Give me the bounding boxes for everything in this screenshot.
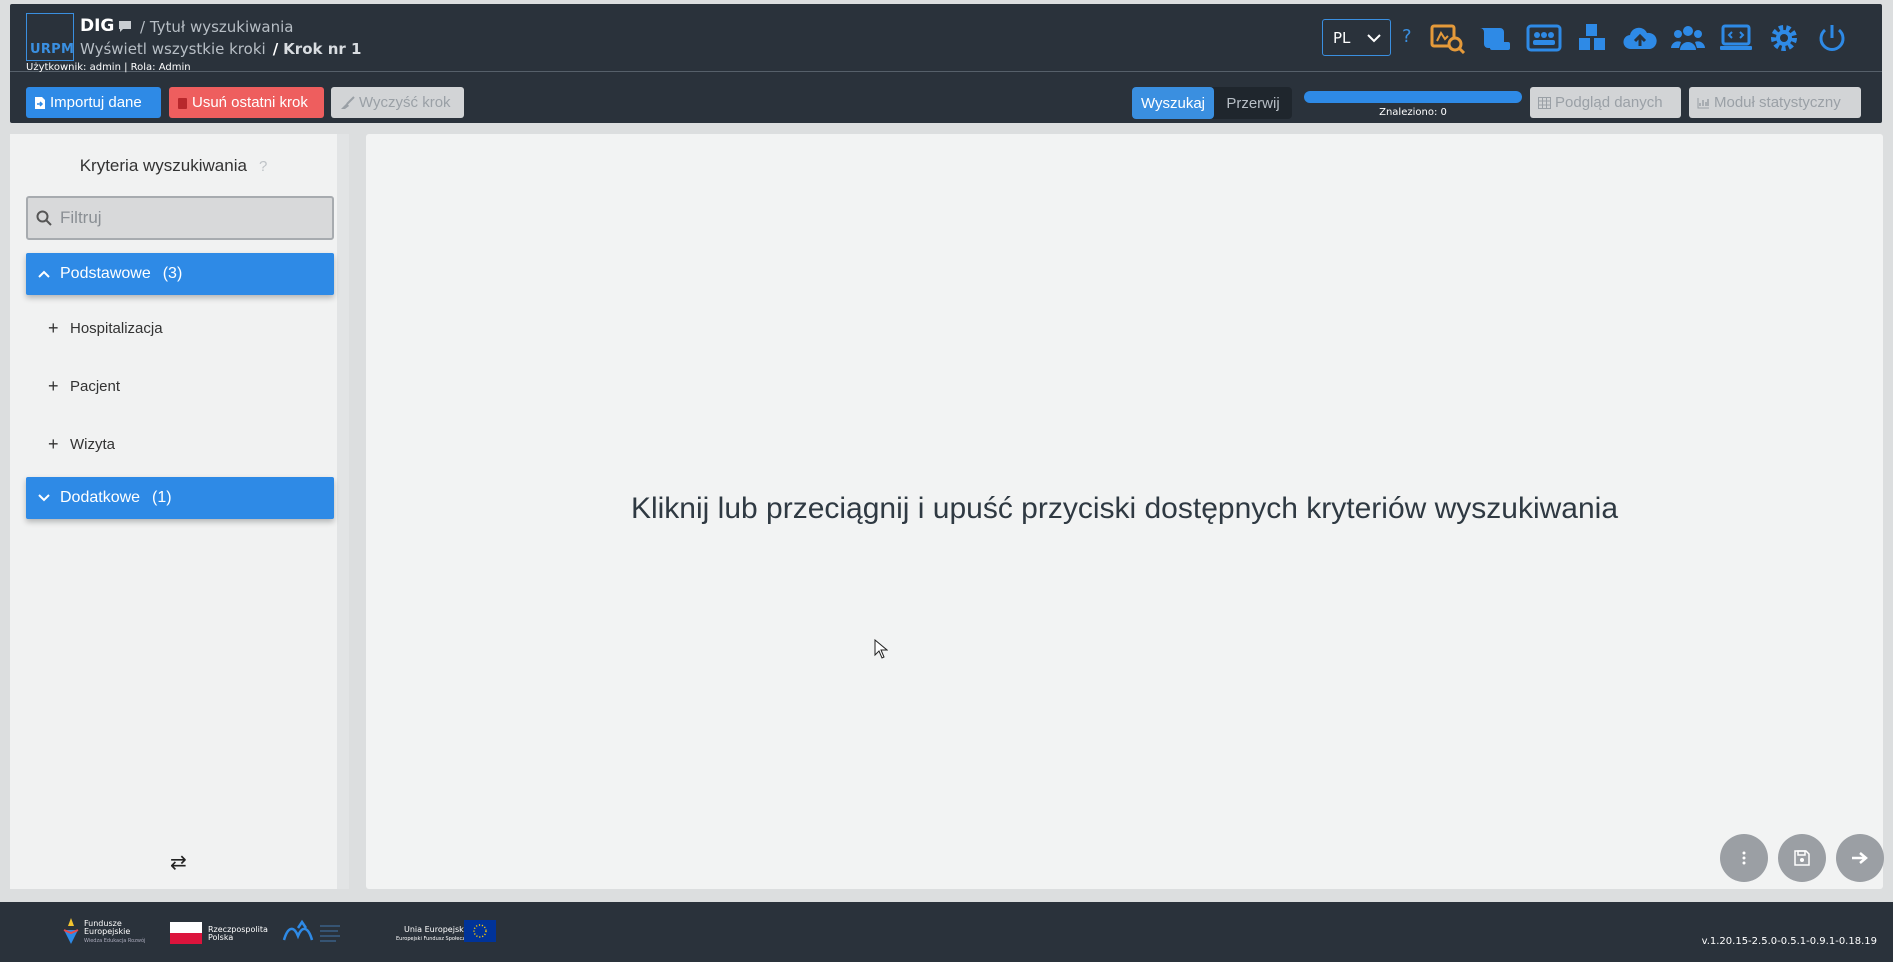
group-dodatkowe[interactable]: Dodatkowe (1) [26, 477, 334, 519]
breadcrumb: Wyświetl wszystkie kroki / Krok nr 1 [80, 40, 361, 58]
found-count: Znaleziono: 0 [1379, 107, 1447, 118]
save-icon [1794, 850, 1810, 866]
search-title[interactable]: / Tytuł wyszukiwania [140, 18, 293, 36]
sidebar-title-text: Kryteria wyszukiwania [79, 156, 247, 175]
chevron-down-icon [38, 494, 50, 502]
criterion-label: Hospitalizacja [70, 320, 163, 337]
criterion-hospitalizacja[interactable]: + Hospitalizacja [48, 318, 163, 339]
plus-icon: + [48, 376, 59, 396]
header-top-bar: URPM DIG / Tytuł wyszukiwania Wyświetl w… [10, 4, 1882, 73]
eu-logo: Unia Europejska Europejski Fundusz Społe… [396, 918, 498, 948]
search-control-group: Wyszukaj Przerwij [1132, 87, 1292, 119]
search-icon [36, 210, 52, 226]
funds-line2: Europejskie [84, 927, 131, 936]
filter-input[interactable] [60, 206, 320, 230]
app-name: DIG [80, 16, 115, 36]
language-value: PL [1333, 29, 1351, 47]
group-count: (1) [152, 489, 172, 506]
statistics-module-button[interactable]: Moduł statystyczny [1689, 87, 1861, 118]
patients-icon[interactable] [1526, 22, 1562, 54]
drop-zone-hint: Kliknij lub przeciągnij i upuść przycisk… [630, 492, 1619, 525]
criteria-sidebar: Kryteria wyszukiwania? Podstawowe (3) + Ho… [10, 134, 349, 889]
modules-icon[interactable] [1574, 22, 1610, 54]
eu-funds-logo: Fundusze Europejskie Wiedza Edukacja Roz… [62, 918, 146, 948]
save-button[interactable] [1778, 834, 1826, 882]
eu-line1: Unia Europejska [404, 925, 469, 934]
sidebar-help-icon[interactable]: ? [259, 158, 267, 175]
help-icon[interactable]: ? [1402, 26, 1412, 47]
cloud-upload-icon[interactable] [1622, 22, 1658, 54]
toolbar: Importuj dane Usuń ostatni krok Wyczyść … [10, 73, 1882, 123]
search-canvas[interactable]: Kliknij lub przeciągnij i upuść przycisk… [366, 134, 1884, 889]
stop-button[interactable]: Przerwij [1214, 87, 1292, 119]
users-icon[interactable] [1670, 22, 1706, 54]
import-data-label: Importuj dane [50, 94, 142, 111]
data-preview-button[interactable]: Podgląd danych [1530, 87, 1681, 118]
funds-line3: Wiedza Edukacja Rozwój [84, 938, 146, 944]
more-options-button[interactable] [1720, 834, 1768, 882]
remove-last-step-button[interactable]: Usuń ostatni krok [169, 87, 324, 118]
console-icon[interactable] [1718, 22, 1754, 54]
trash-icon [178, 98, 187, 109]
filter-field[interactable] [26, 196, 334, 240]
footer: Fundusze Europejskie Wiedza Edukacja Roz… [0, 902, 1893, 962]
data-preview-label: Podgląd danych [1555, 94, 1663, 111]
plus-icon: + [48, 318, 59, 338]
clear-step-label: Wyczyść krok [359, 94, 451, 111]
import-data-button[interactable]: Importuj dane [26, 87, 161, 118]
group-label: Podstawowe [60, 265, 151, 282]
group-podstawowe[interactable]: Podstawowe (3) [26, 253, 334, 295]
urpm-logo[interactable]: URPM [26, 13, 74, 61]
plus-icon: + [48, 434, 59, 454]
criterion-wizyta[interactable]: + Wizyta [48, 434, 115, 455]
chevron-up-icon [38, 270, 50, 278]
breadcrumb-separator: / [272, 40, 279, 58]
show-all-steps-link[interactable]: Wyświetl wszystkie kroki [80, 40, 266, 58]
comment-icon[interactable] [118, 20, 132, 32]
sidebar-title: Kryteria wyszukiwania? [10, 156, 337, 176]
remove-last-step-label: Usuń ostatni krok [192, 94, 308, 111]
broom-icon [341, 95, 355, 109]
dots-vertical-icon [1742, 851, 1746, 865]
criterion-label: Pacjent [70, 378, 121, 395]
group-label: Dodatkowe [60, 489, 141, 506]
file-import-icon [35, 96, 45, 109]
poland-line2: Polska [208, 933, 234, 942]
swap-panels-icon[interactable]: ⇄ [170, 850, 187, 874]
logo-text: URPM [30, 42, 75, 57]
current-step: Krok nr 1 [283, 40, 362, 58]
mouse-cursor-icon [874, 639, 888, 659]
poland-flag-red [170, 933, 202, 944]
next-button[interactable] [1836, 834, 1884, 882]
arrow-right-icon [1852, 852, 1868, 864]
table-icon [1538, 96, 1551, 109]
chevron-down-icon [1367, 34, 1381, 43]
version-label: v.1.20.15-2.5.0-0.5.1-0.9.1-0.18.19 [1701, 936, 1877, 947]
criterion-label: Wizyta [70, 436, 115, 453]
ncbr-logo-icon [282, 919, 340, 942]
power-icon[interactable] [1814, 22, 1850, 54]
user-info: Użytkownik: admin | Rola: Admin [26, 62, 191, 73]
settings-icon[interactable] [1766, 22, 1802, 54]
chart-icon [1697, 97, 1709, 108]
group-count: (3) [162, 265, 183, 282]
eu-flag-icon [464, 920, 496, 942]
app-header: URPM DIG / Tytuł wyszukiwania Wyświetl w… [10, 4, 1882, 123]
search-results-icon[interactable] [1430, 22, 1466, 55]
poland-logo: Rzeczpospolita Polska [170, 922, 270, 946]
funds-star-icon [63, 918, 79, 944]
statistics-module-label: Moduł statystyczny [1714, 94, 1841, 111]
search-button[interactable]: Wyszukaj [1132, 87, 1214, 119]
clear-step-button[interactable]: Wyczyść krok [331, 87, 464, 118]
records-icon[interactable] [1478, 22, 1514, 54]
search-progress-bar [1304, 91, 1522, 103]
eu-line2: Europejski Fundusz Społeczny [396, 936, 471, 942]
language-select[interactable]: PL [1322, 19, 1391, 56]
criterion-pacjent[interactable]: + Pacjent [48, 376, 120, 397]
poland-flag [170, 922, 202, 933]
